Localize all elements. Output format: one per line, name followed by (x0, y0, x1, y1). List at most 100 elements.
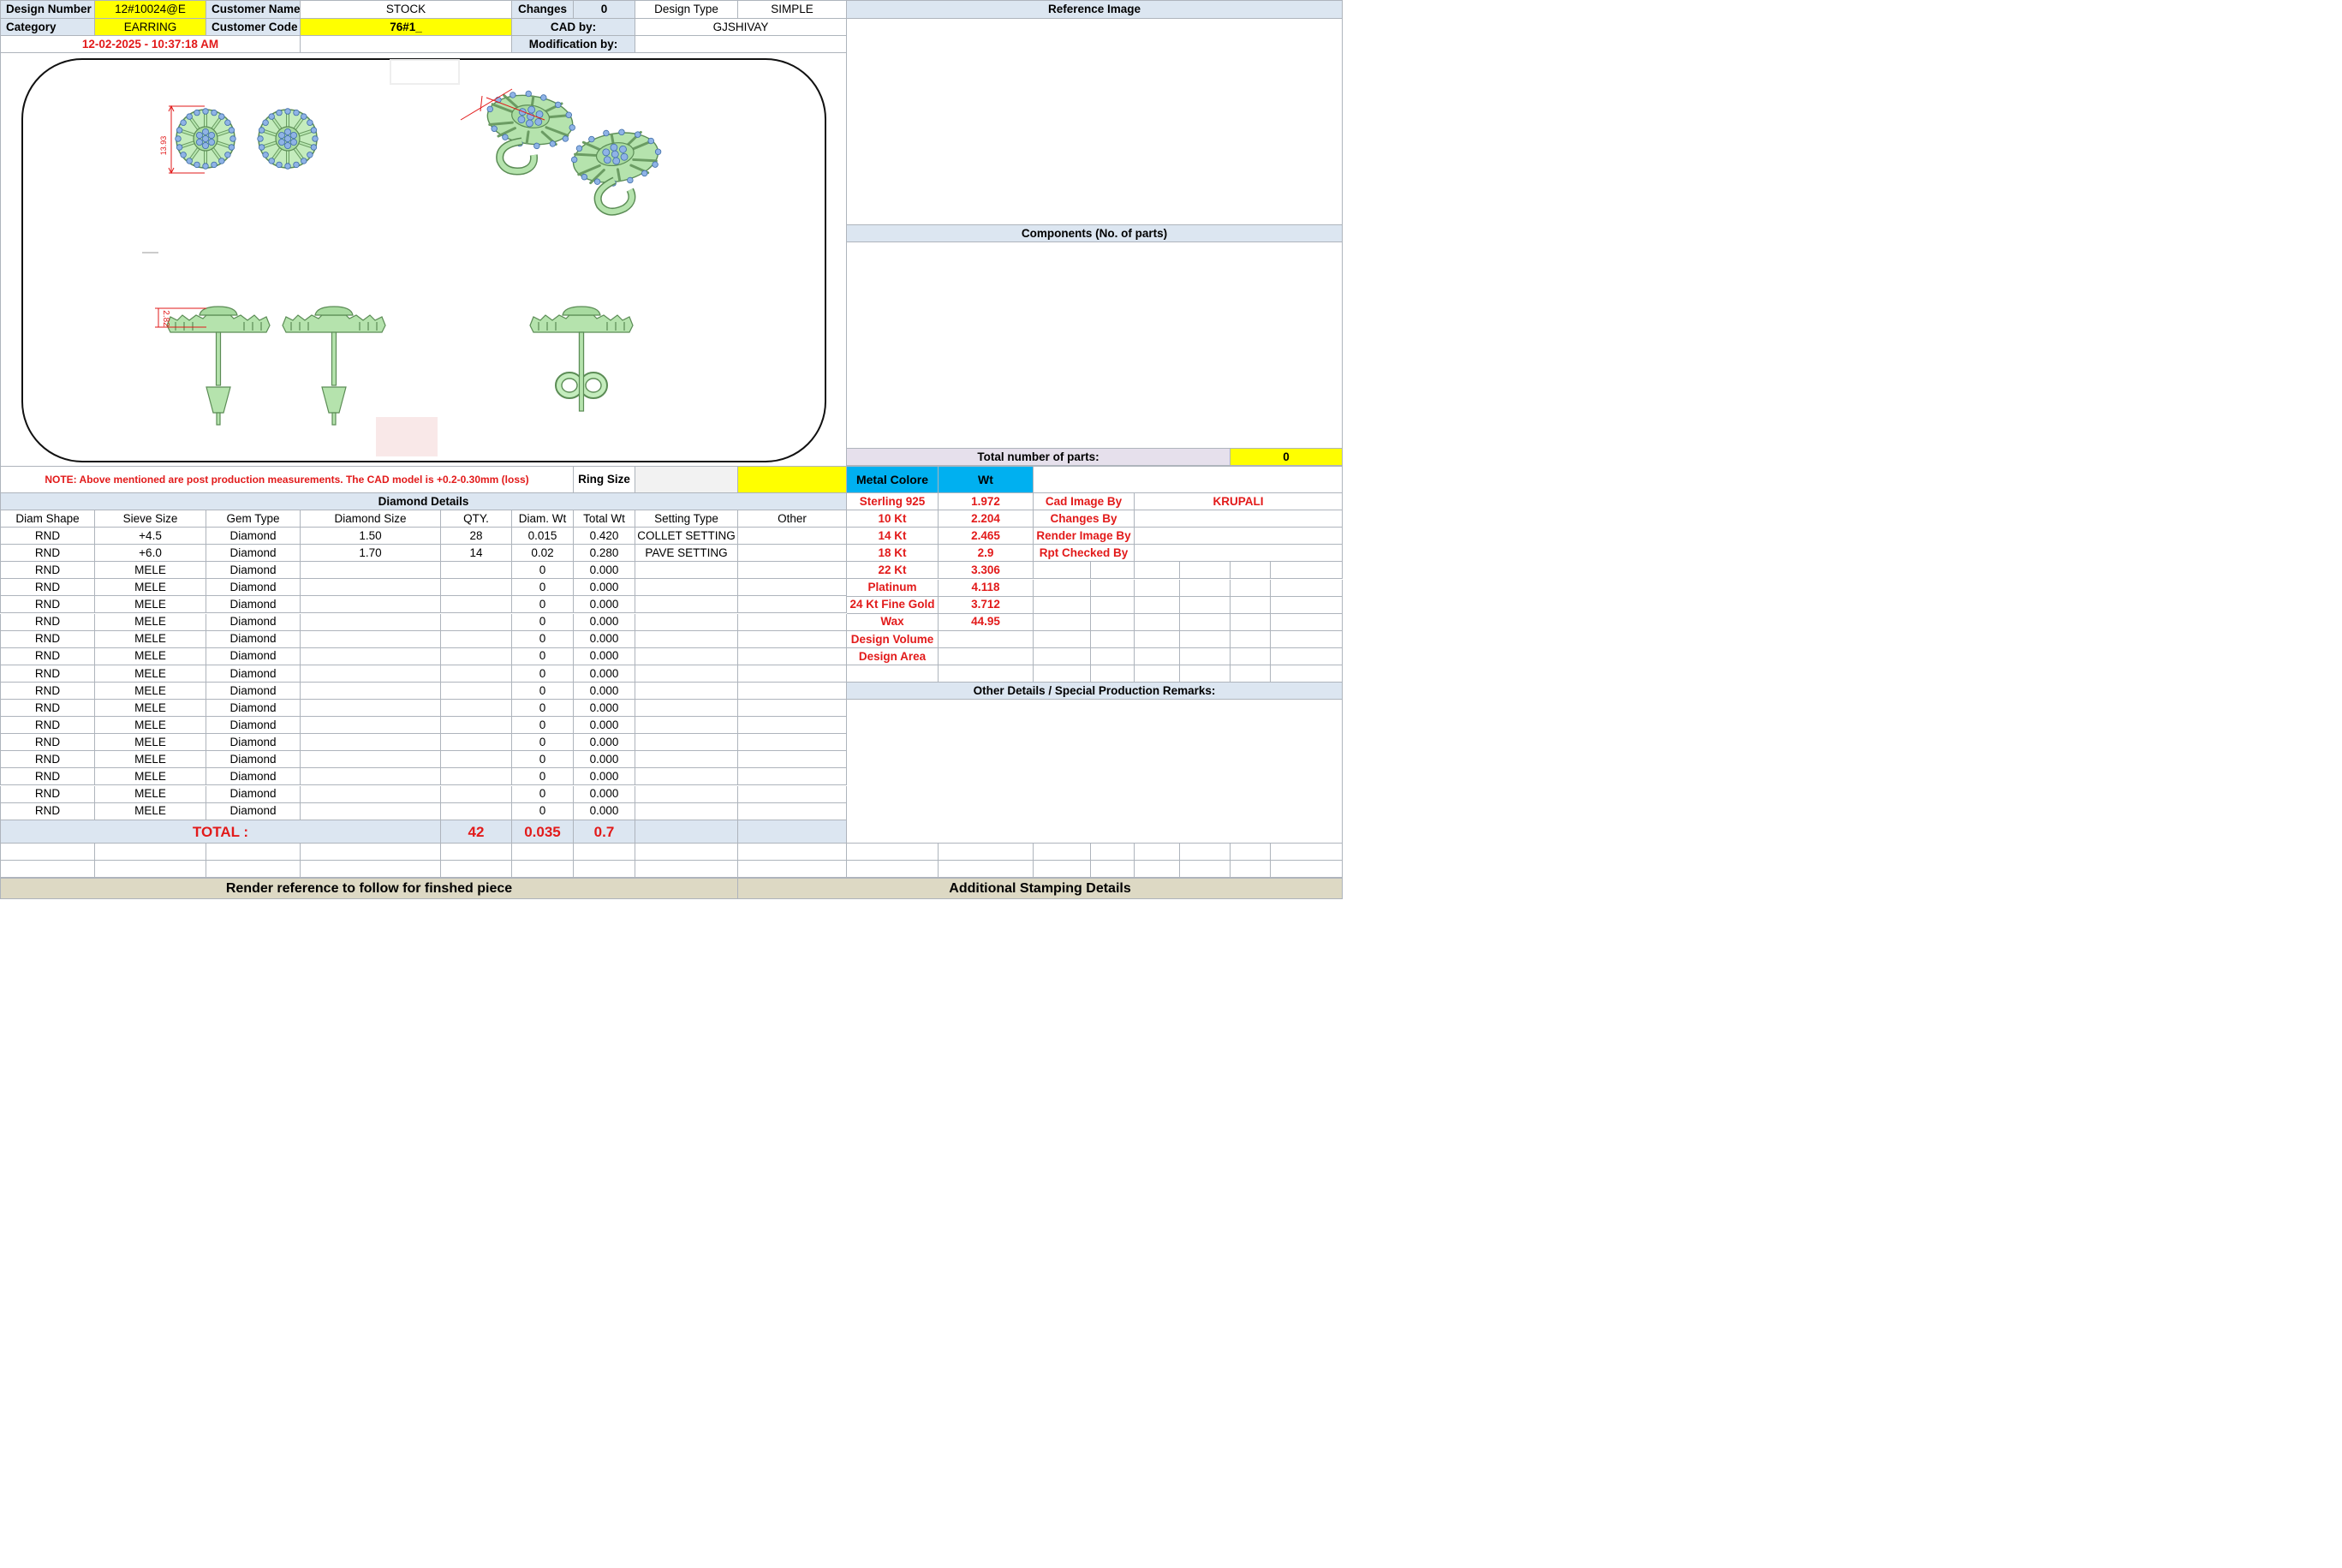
cell-setting[interactable] (635, 682, 738, 700)
cell-diam-wt[interactable]: 0.02 (512, 545, 574, 563)
cell-size[interactable] (301, 682, 441, 700)
cell-size[interactable] (301, 579, 441, 597)
grid-blank-cell[interactable] (1034, 647, 1091, 665)
grid-blank-cell[interactable] (1091, 630, 1135, 648)
cell-size[interactable] (301, 596, 441, 614)
cell-other[interactable] (738, 734, 847, 752)
cell-gem[interactable]: Diamond (206, 682, 301, 700)
blank-cell[interactable] (1135, 844, 1180, 861)
credit-value[interactable] (1135, 545, 1343, 563)
category-value[interactable]: EARRING (95, 19, 206, 36)
blank-cell[interactable] (635, 844, 738, 861)
changes-value[interactable]: 0 (574, 0, 635, 19)
cell-setting[interactable] (635, 630, 738, 648)
cell-gem[interactable]: Diamond (206, 528, 301, 546)
cell-sieve[interactable]: MELE (95, 562, 206, 580)
blank-cell[interactable] (1091, 861, 1135, 878)
blank-cell[interactable] (1034, 844, 1091, 861)
blank-cell[interactable] (738, 844, 847, 861)
cell-qty[interactable] (441, 579, 512, 597)
cell-gem[interactable]: Diamond (206, 802, 301, 820)
blank-cell[interactable] (95, 844, 206, 861)
cell-sieve[interactable]: MELE (95, 665, 206, 683)
cell-total-wt[interactable]: 0.000 (574, 665, 635, 683)
cell-setting[interactable] (635, 596, 738, 614)
cell-total-wt[interactable]: 0.000 (574, 562, 635, 580)
cell-other[interactable] (738, 802, 847, 820)
cell-setting[interactable] (635, 768, 738, 786)
cell-diam-wt[interactable]: 0 (512, 613, 574, 631)
grid-blank-cell[interactable] (1271, 579, 1343, 597)
cell-gem[interactable]: Diamond (206, 579, 301, 597)
cell-qty[interactable] (441, 630, 512, 648)
cell-size[interactable]: 1.50 (301, 528, 441, 546)
grid-blank-cell[interactable] (1135, 630, 1180, 648)
blank-cell[interactable] (1180, 861, 1231, 878)
cell-setting[interactable] (635, 785, 738, 803)
cell-gem[interactable]: Diamond (206, 734, 301, 752)
cell-diam-wt[interactable]: 0 (512, 785, 574, 803)
cell-qty[interactable] (441, 734, 512, 752)
total-parts-value[interactable]: 0 (1231, 449, 1343, 466)
cell-sieve[interactable]: MELE (95, 700, 206, 718)
cell-setting[interactable] (635, 665, 738, 683)
cell-total-wt[interactable]: 0.280 (574, 545, 635, 563)
blank-cell[interactable] (1091, 844, 1135, 861)
blank-cell[interactable] (1271, 844, 1343, 861)
modification-by-value[interactable] (635, 36, 847, 53)
cell-total-wt[interactable]: 0.000 (574, 630, 635, 648)
grid-blank-cell[interactable] (1091, 665, 1135, 683)
cell-size[interactable] (301, 630, 441, 648)
grid-blank-cell[interactable] (1135, 613, 1180, 631)
grid-blank-cell[interactable] (1231, 613, 1271, 631)
grid-blank-cell[interactable] (1034, 579, 1091, 597)
blank-cell[interactable] (939, 844, 1034, 861)
cell-other[interactable] (738, 785, 847, 803)
grid-blank-cell[interactable] (1091, 613, 1135, 631)
cell-setting[interactable]: COLLET SETTING (635, 528, 738, 546)
cell-size[interactable] (301, 768, 441, 786)
blank-cell[interactable] (1034, 861, 1091, 878)
cell-sieve[interactable]: MELE (95, 734, 206, 752)
grid-blank-cell[interactable] (1180, 665, 1231, 683)
cell-setting[interactable] (635, 562, 738, 580)
cell-gem[interactable]: Diamond (206, 613, 301, 631)
cell-qty[interactable] (441, 596, 512, 614)
cell-size[interactable] (301, 613, 441, 631)
grid-blank-cell[interactable] (1180, 596, 1231, 614)
cell-diam-wt[interactable]: 0 (512, 596, 574, 614)
cell-total-wt[interactable]: 0.000 (574, 647, 635, 665)
cell-other[interactable] (738, 613, 847, 631)
cell-gem[interactable]: Diamond (206, 700, 301, 718)
grid-blank-cell[interactable] (1180, 579, 1231, 597)
blank-cell[interactable] (95, 861, 206, 878)
cell-gem[interactable]: Diamond (206, 665, 301, 683)
ring-size-value[interactable] (635, 466, 738, 493)
cell-other[interactable] (738, 596, 847, 614)
cell-total-wt[interactable]: 0.000 (574, 751, 635, 769)
cell-total-wt[interactable]: 0.000 (574, 802, 635, 820)
cell-diam-wt[interactable]: 0 (512, 802, 574, 820)
cell-sieve[interactable]: MELE (95, 682, 206, 700)
grid-blank-cell[interactable] (1271, 630, 1343, 648)
cell-gem[interactable]: Diamond (206, 768, 301, 786)
cell-total-wt[interactable]: 0.000 (574, 700, 635, 718)
blank-cell[interactable] (512, 844, 574, 861)
grid-blank-cell[interactable] (1180, 647, 1231, 665)
blank-cell[interactable] (1231, 861, 1271, 878)
cell-total-wt[interactable]: 0.000 (574, 596, 635, 614)
cell-other[interactable] (738, 700, 847, 718)
grid-blank-cell[interactable] (1271, 562, 1343, 580)
cell-sieve[interactable]: MELE (95, 751, 206, 769)
cell-qty[interactable] (441, 751, 512, 769)
cell-gem[interactable]: Diamond (206, 647, 301, 665)
cell-sieve[interactable]: MELE (95, 647, 206, 665)
grid-blank-cell[interactable] (1180, 613, 1231, 631)
blank-cell[interactable] (1231, 844, 1271, 861)
cell-qty[interactable] (441, 562, 512, 580)
cell-other[interactable] (738, 528, 847, 546)
cell-sieve[interactable]: MELE (95, 579, 206, 597)
grid-blank-cell[interactable] (1231, 630, 1271, 648)
cell-sieve[interactable]: +6.0 (95, 545, 206, 563)
metal-weight[interactable] (939, 630, 1034, 648)
